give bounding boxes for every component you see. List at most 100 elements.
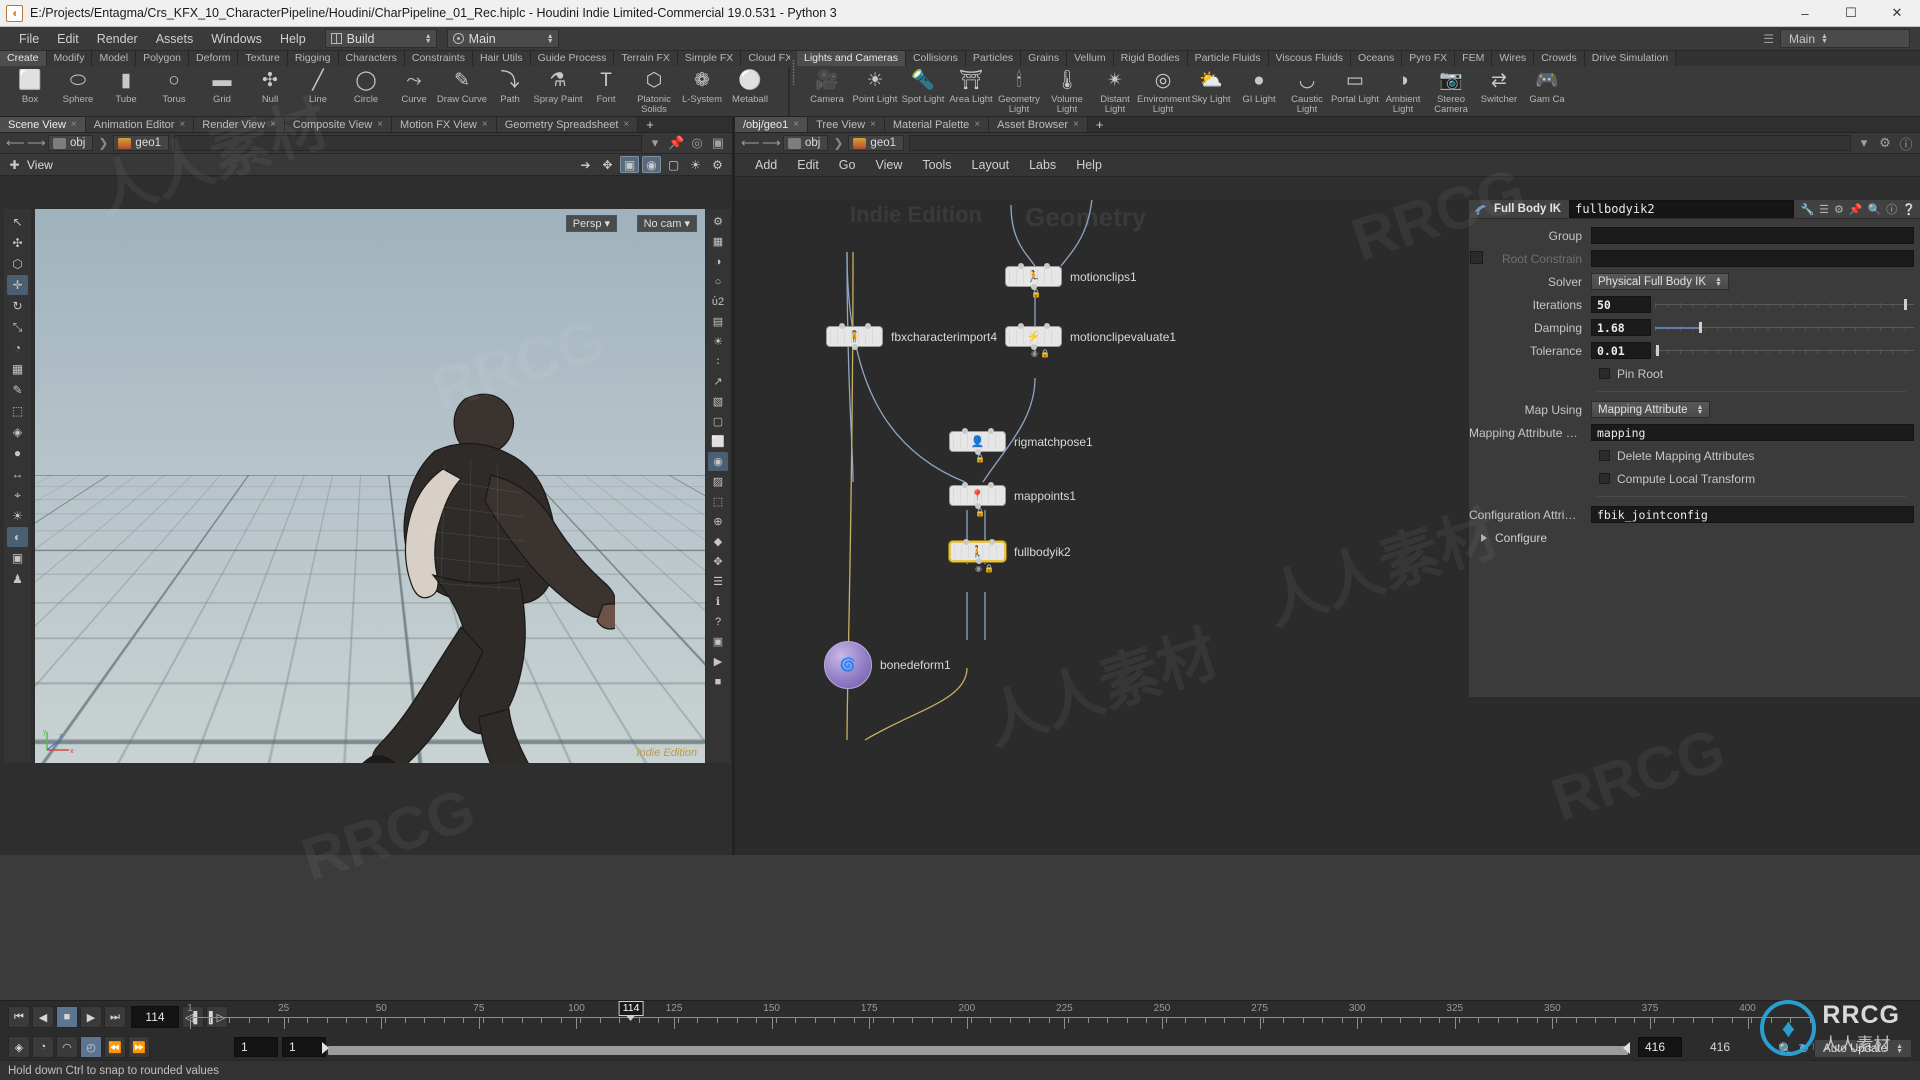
forward-icon[interactable]: ⟶ [27,135,46,151]
paint-tool-icon[interactable]: ✎ [7,380,28,400]
shelf-button-l-system[interactable]: ❁ L-System [678,66,726,116]
checkbox-pin-root[interactable]: Pin Root [1599,364,1663,384]
add-tab-button[interactable]: + [638,117,662,132]
move-tool-icon[interactable]: ✛ [7,275,28,295]
network-node-motionclips1[interactable]: 🏃 motionclips1 🔒 [1005,263,1137,298]
field-iterations[interactable]: 50 [1591,296,1651,313]
network-menu-add[interactable]: Add [745,153,787,177]
network-menu-tools[interactable]: Tools [912,153,961,177]
shelf-button-platonic-solids[interactable]: ⬡ Platonic Solids [630,66,678,116]
snap-mode-icon[interactable]: ✥ [598,156,617,173]
timeline-ruler[interactable]: 1 25 50 75 100 125 150 175 200 225 250 275 300 325 350… [187,1001,1811,1033]
shelf-button-grid[interactable]: ▬ Grid [198,66,246,116]
shelf-button-distant-light[interactable]: ✴ Distant Light [1091,66,1139,116]
layers-icon[interactable]: ☰ [1819,203,1829,216]
network-menu-go[interactable]: Go [829,153,866,177]
edit-tool-icon[interactable]: ◈ [7,422,28,442]
shelf-button-line[interactable]: ╱ Line [294,66,342,116]
xform-icon[interactable]: ✥ [708,552,728,571]
take-selector[interactable]: Main ▲ ▼ [1780,29,1910,48]
node-body[interactable]: 🧍 [826,323,883,350]
close-tab-icon[interactable]: × [870,117,876,133]
range-handle-left-icon[interactable] [322,1042,329,1054]
field-damping[interactable]: 1.68 [1591,319,1651,336]
shelf-tab-wires[interactable]: Wires [1492,51,1535,66]
network-menu-labs[interactable]: Labs [1019,153,1066,177]
shelf-button-ambient-light[interactable]: ◑ Ambient Light [1379,66,1427,116]
breadcrumb-obj[interactable]: obj [48,135,94,151]
network-node-fbxcharacterimport4[interactable]: 🧍 fbxcharacterimport4 [826,323,997,350]
info-icon[interactable]: ℹ [708,592,728,611]
tab-geometry-spreadsheet[interactable]: Geometry Spreadsheet × [496,117,639,133]
chevron-down-icon[interactable]: ▾ [647,135,663,151]
shelf-tab-fem[interactable]: FEM [1455,51,1493,66]
scale-tool-icon[interactable]: ⤡ [7,317,28,337]
field-tolerance[interactable]: 0.01 [1591,342,1651,359]
shelf-tab-model[interactable]: Model [92,51,137,66]
close-tab-icon[interactable]: × [793,117,799,133]
shelf-tab-drive-simulation[interactable]: Drive Simulation [1584,51,1677,66]
shading-mode-icon[interactable]: ▣ [620,156,639,173]
timeline-playhead[interactable]: 114 [618,1001,644,1021]
keyframe-icon[interactable]: ◈ [8,1036,30,1058]
close-tab-icon[interactable]: × [623,117,629,133]
display-flag-icon[interactable]: ◉ [642,156,661,173]
menu-assets[interactable]: Assets [147,27,203,51]
camera-settings-icon[interactable]: ⚙ [708,156,727,173]
tab-render-view[interactable]: Render View × [194,117,285,132]
shelf-button-font[interactable]: T Font [582,66,630,116]
node-flag-icons[interactable]: ◉ 🔒 [1031,349,1050,358]
jump-start-icon[interactable]: ⏮ [8,1006,30,1028]
origin-icon[interactable]: ⊕ [708,512,728,531]
shelf-button-environment-light[interactable]: ◎ Environment Light [1137,66,1190,116]
close-tab-icon[interactable]: × [482,117,488,133]
network-settings-icon[interactable]: ⚙ [1877,135,1893,151]
slider-knob[interactable] [1656,345,1660,356]
tab-motion-fx-view[interactable]: Motion FX View × [392,117,497,132]
tab--obj-geo1[interactable]: /obj/geo1 × [735,117,809,133]
close-tab-icon[interactable]: × [377,117,383,133]
node-flag-icons[interactable]: ○ [850,664,855,673]
tab-asset-browser[interactable]: Asset Browser × [989,117,1088,132]
node-flag-icons[interactable]: 🔒 [975,508,985,517]
shelf-tab-simple-fx[interactable]: Simple FX [677,51,742,66]
node-body[interactable]: 🏃 [1005,263,1062,290]
menu-windows[interactable]: Windows [202,27,271,51]
help-icon[interactable]: ⓘ [1898,134,1914,153]
close-button[interactable]: ✕ [1874,0,1920,26]
shelf-tab-lights-and-cameras[interactable]: Lights and Cameras [797,51,906,66]
shelf-button-gi-light[interactable]: ● GI Light [1235,66,1283,116]
node-input-port[interactable] [988,482,994,488]
wireframe-icon[interactable]: ▦ [708,232,728,251]
slider-tolerance[interactable] [1655,342,1914,359]
chevron-down-icon[interactable]: ▾ [1856,135,1872,151]
network-path-field[interactable] [909,135,1851,151]
ghost-icon[interactable]: ○ [708,272,728,291]
shelf-button-curve[interactable]: ⤳ Curve [390,66,438,116]
handle-icon[interactable]: ◆ [708,532,728,551]
checkbox-delete-mapping-attributes[interactable]: Delete Mapping Attributes [1599,446,1754,466]
shelf-tab-viscous-fluids[interactable]: Viscous Fluids [1268,51,1352,66]
shelf-tab-polygon[interactable]: Polygon [136,51,190,66]
dropdown-map-using[interactable]: Mapping Attribute ▲ ▼ [1591,401,1711,418]
shelf-button-metaball[interactable]: ⚪ Metaball [726,66,774,116]
shelf-button-spot-light[interactable]: 🔦 Spot Light [899,66,947,116]
shelf-button-draw-curve[interactable]: ✎ Draw Curve [437,66,487,116]
shelf-button-path[interactable]: ⤵ Path [486,66,534,116]
shelf-tab-collisions[interactable]: Collisions [905,51,966,66]
shelf-tab-grains[interactable]: Grains [1021,51,1068,66]
shelf-button-switcher[interactable]: ⇄ Switcher [1475,66,1523,116]
node-body[interactable]: 🚶 [949,539,1006,564]
shelf-tab-deform[interactable]: Deform [189,51,239,66]
network-menu-help[interactable]: Help [1066,153,1112,177]
shelf-icon[interactable]: ☰ [708,572,728,591]
shelf-tab-hair-utils[interactable]: Hair Utils [472,51,531,66]
viewport-cam-badge[interactable]: No cam ▾ [636,215,697,232]
slider-knob[interactable] [1903,299,1907,310]
node-output-port[interactable] [852,344,858,350]
rotate-tool-icon[interactable]: ↻ [7,296,28,316]
shelf-button-null[interactable]: ✣ Null [246,66,294,116]
pin-icon[interactable]: 📌 [1849,203,1863,216]
node-flag-icons[interactable]: 🔒 [1031,289,1041,298]
tab-tree-view[interactable]: Tree View × [808,117,885,132]
